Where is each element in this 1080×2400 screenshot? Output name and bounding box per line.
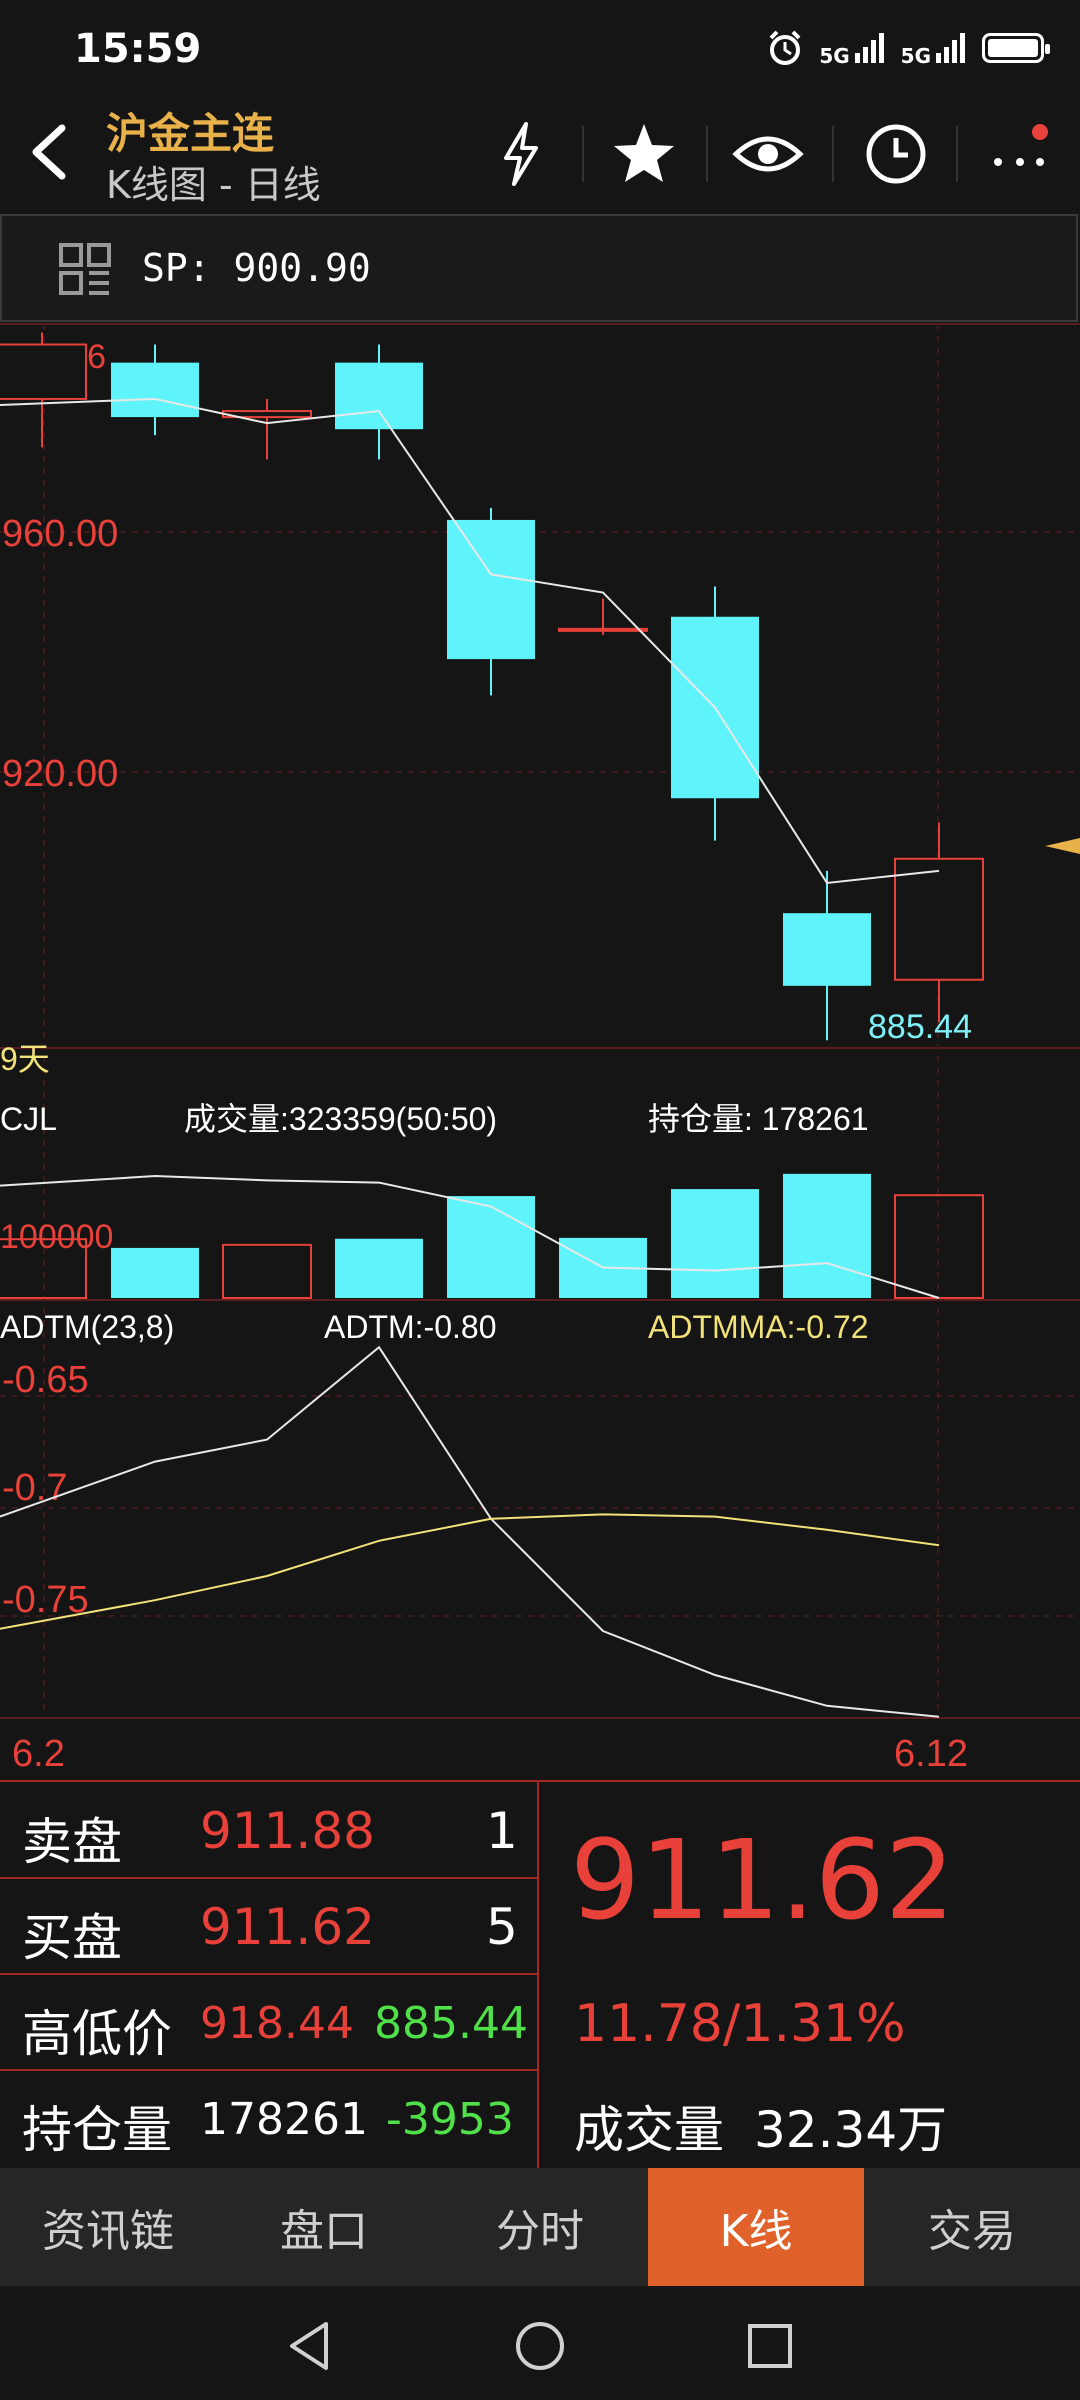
divider bbox=[706, 126, 708, 182]
tab-trade[interactable]: 交易 bbox=[864, 2168, 1080, 2286]
nav-recents-icon[interactable] bbox=[742, 2318, 798, 2374]
candle-body bbox=[335, 362, 423, 430]
lightning-icon[interactable] bbox=[484, 118, 556, 190]
divider bbox=[832, 126, 834, 182]
volume-bar bbox=[447, 1196, 535, 1298]
volume-bar bbox=[671, 1189, 759, 1298]
date-start: 6.2 bbox=[12, 1733, 65, 1775]
volume-title: CJL bbox=[0, 1101, 57, 1137]
clock-time: 15:59 bbox=[74, 26, 202, 72]
chart-subtitle: K线图 - 日线 bbox=[106, 163, 321, 207]
candle bbox=[447, 507, 535, 696]
clock-icon[interactable] bbox=[860, 118, 932, 190]
adtm-y-label: -0.7 bbox=[2, 1467, 67, 1509]
kline-y-label: 960.00 bbox=[2, 513, 118, 555]
adtm-line bbox=[0, 1345, 940, 1718]
candle-body bbox=[783, 913, 871, 986]
system-icons: 5G 5G bbox=[765, 28, 1050, 68]
kline-chart-area[interactable]: 990.96 960.00 920.00 885.44 9天 CJL 成交量:3… bbox=[0, 322, 1080, 1780]
open-interest-change: -3953 bbox=[386, 2094, 514, 2145]
tab-intraday[interactable]: 分时 bbox=[432, 2168, 648, 2286]
volume-value: 32.34万 bbox=[754, 2101, 948, 2159]
eye-icon[interactable] bbox=[732, 118, 804, 190]
kline-low-label: 885.44 bbox=[868, 1008, 972, 1046]
candlesticks bbox=[0, 332, 984, 1041]
nav-home-icon[interactable] bbox=[512, 2318, 568, 2374]
tab-kline[interactable]: K线 bbox=[648, 2168, 864, 2286]
alarm-icon bbox=[769, 30, 801, 65]
star-icon[interactable] bbox=[608, 118, 680, 190]
system-nav-bar bbox=[0, 2286, 1080, 2400]
adtmma-value: ADTMMA:-0.72 bbox=[648, 1309, 868, 1345]
tab-orderbook[interactable]: 盘口 bbox=[216, 2168, 432, 2286]
contract-title: 沪金主连 bbox=[106, 109, 275, 158]
open-interest-value: 178261 bbox=[200, 2094, 368, 2145]
open-interest-label: 持仓量 bbox=[22, 2101, 172, 2159]
candle-body bbox=[558, 627, 648, 632]
bottom-tabs: 资讯链 盘口 分时 K线 交易 bbox=[0, 2168, 1080, 2286]
candle bbox=[783, 870, 871, 1041]
signal-icon-1: 5G bbox=[819, 31, 886, 66]
period-label: 9天 bbox=[0, 1041, 50, 1077]
sell-label: 卖盘 bbox=[22, 1813, 122, 1871]
last-price: 911.62 bbox=[570, 1816, 955, 1944]
tab-news[interactable]: 资讯链 bbox=[0, 2168, 216, 2286]
volume-bar bbox=[222, 1243, 312, 1300]
high-low-label: 高低价 bbox=[22, 2005, 172, 2063]
candle bbox=[558, 598, 648, 635]
adtm-y-label: -0.65 bbox=[2, 1359, 89, 1401]
volume-bar bbox=[111, 1247, 199, 1298]
quote-panel: 卖盘 911.88 1 买盘 911.62 5 高低价 918.44 885.4… bbox=[0, 1780, 1080, 2168]
price-marker bbox=[1045, 838, 1080, 854]
candle-body bbox=[0, 343, 87, 400]
candle-body bbox=[447, 519, 535, 660]
volume-text: 成交量:323359(50:50) bbox=[184, 1101, 497, 1137]
adtm-value: ADTM:-0.80 bbox=[324, 1309, 496, 1345]
kline-y-label: 920.00 bbox=[2, 753, 118, 795]
candle bbox=[671, 586, 759, 841]
candle bbox=[0, 332, 87, 448]
battery-icon bbox=[982, 33, 1050, 63]
price-change: 11.78/1.31% bbox=[574, 1994, 906, 2054]
volume-label: 成交量 bbox=[574, 2101, 724, 2159]
candle bbox=[111, 344, 199, 436]
sp-value: SP: 900.90 bbox=[142, 246, 371, 290]
divider bbox=[582, 126, 584, 182]
volume-scale-label: 100000 bbox=[0, 1218, 113, 1256]
volume-bar bbox=[894, 1194, 984, 1299]
signal-icon-2: 5G bbox=[901, 31, 968, 66]
grid-icon bbox=[59, 243, 111, 295]
candle bbox=[222, 398, 312, 460]
candle-body bbox=[894, 857, 984, 981]
buy-label: 买盘 bbox=[22, 1909, 122, 1967]
volume-bar bbox=[335, 1238, 423, 1298]
sell-qty: 1 bbox=[486, 1802, 518, 1860]
buy-qty: 5 bbox=[486, 1898, 518, 1956]
volume-bars bbox=[0, 1173, 984, 1300]
sell-price: 911.88 bbox=[200, 1802, 375, 1860]
low-price: 885.44 bbox=[374, 1998, 528, 2049]
volume-bar bbox=[783, 1173, 871, 1298]
high-price: 918.44 bbox=[200, 1998, 354, 2049]
candle bbox=[335, 344, 423, 460]
open-interest-text: 持仓量: 178261 bbox=[648, 1101, 869, 1137]
adtmma-line bbox=[0, 1513, 940, 1630]
candle-body bbox=[111, 362, 199, 418]
adtm-title: ADTM(23,8) bbox=[0, 1309, 174, 1345]
divider bbox=[956, 126, 958, 182]
app-header: 沪金主连 K线图 - 日线 bbox=[0, 100, 1080, 212]
date-end: 6.12 bbox=[894, 1733, 968, 1775]
status-bar: 15:59 5G 5G bbox=[0, 0, 1080, 100]
candle bbox=[894, 822, 984, 1023]
buy-price: 911.62 bbox=[200, 1898, 375, 1956]
back-icon[interactable] bbox=[22, 122, 82, 182]
more-icon[interactable] bbox=[984, 118, 1056, 190]
nav-back-icon[interactable] bbox=[282, 2318, 338, 2374]
sp-bar[interactable]: SP: 900.90 bbox=[0, 214, 1078, 322]
